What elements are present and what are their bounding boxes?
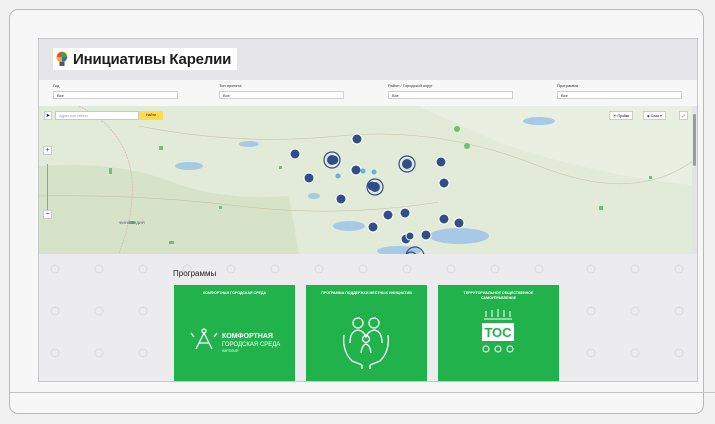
comfort-logo-line2: ГОРОДСКАЯ СРЕДА — [222, 342, 280, 348]
people-hands-icon — [343, 317, 389, 369]
fullscreen-icon[interactable]: ⤢ — [679, 111, 688, 120]
layers-label: Слои — [650, 114, 660, 118]
site-title: Инициативы Карелии — [73, 50, 232, 68]
map-view[interactable]: ФИНЛЯНДИЯ ➤ Адрес или объект Найти ⦿ Про… — [39, 106, 697, 254]
layers-button[interactable]: ◈ Слои ▾ — [643, 111, 666, 120]
map-search-button[interactable]: Найти — [139, 111, 163, 120]
frame-divider — [9, 392, 715, 393]
filter-district-label: Район / Городской округ — [388, 83, 433, 88]
programs-heading: Программы — [173, 269, 217, 278]
filter-project-type: Тип проекта Все — [219, 83, 344, 99]
scrollbar-thumb[interactable] — [693, 114, 696, 166]
program-card-comfort[interactable]: КОМФОРТНАЯ ГОРОДСКАЯ СРЕДА КОМФОРТНАЯ ГО… — [174, 285, 295, 381]
traffic-label: Пробки — [617, 114, 630, 118]
region-label: ФИНЛЯНДИЯ — [119, 220, 145, 225]
locate-arrow-icon[interactable]: ➤ — [44, 111, 52, 120]
program-card-title: ТЕРРИТОРИАЛЬНОЕ ОБЩЕСТВЕННОЕ САМОУПРАВЛЕ… — [463, 291, 534, 300]
zoom-slider[interactable] — [47, 164, 48, 214]
filter-program: Программа Все — [557, 83, 682, 99]
filter-district: Район / Городской округ Все — [388, 83, 513, 99]
zoom-in-button[interactable]: + — [43, 146, 52, 155]
filter-year-select[interactable]: Все — [53, 91, 178, 99]
site-header: Инициативы Карелии — [39, 39, 697, 80]
program-card-local-initiatives[interactable]: ПРОГРАММА ПОДДЕРЖКИ МЕСТНЫХ ИНИЦИАТИВ — [306, 285, 427, 381]
filter-project-type-select[interactable]: Все — [219, 91, 344, 99]
program-card-tos[interactable]: ТЕРРИТОРИАЛЬНОЕ ОБЩЕСТВЕННОЕ САМОУПРАВЛЕ… — [438, 285, 559, 381]
filter-project-type-label: Тип проекта — [219, 83, 242, 88]
map-search-input[interactable]: Адрес или объект — [55, 111, 139, 120]
page-scrollbar[interactable] — [692, 106, 697, 254]
filter-program-select[interactable]: Все — [557, 91, 682, 99]
comfort-logo-line3: КАРЕЛИЯ — [222, 349, 239, 353]
filter-year-label: Год — [53, 83, 60, 88]
site-logo[interactable]: Инициативы Карелии — [53, 48, 238, 70]
tos-logo: ТОС — [482, 309, 514, 353]
filter-program-label: Программа — [557, 83, 578, 88]
filter-year: Год Все — [53, 83, 178, 99]
comfort-city-logo: КОМФОРТНАЯ ГОРОДСКАЯ СРЕДА КАРЕЛИЯ — [190, 328, 280, 353]
tos-logo-text: ТОС — [484, 325, 512, 340]
map-terrain: ФИНЛЯНДИЯ — [39, 106, 697, 254]
comfort-logo-line1: КОМФОРТНАЯ — [222, 333, 273, 340]
traffic-button[interactable]: ⦿ Пробки — [609, 111, 634, 120]
program-card-title: КОМФОРТНАЯ ГОРОДСКАЯ СРЕДА — [202, 291, 267, 295]
lightbulb-icon — [55, 51, 69, 67]
program-card-title: ПРОГРАММА ПОДДЕРЖКИ МЕСТНЫХ ИНИЦИАТИВ — [321, 291, 412, 295]
filter-bar: Год Все Тип проекта Все Район / Городско… — [39, 80, 697, 106]
zoom-out-button[interactable]: − — [43, 210, 52, 219]
browser-screen: Инициативы Карелии Год Все Тип проекта В… — [38, 38, 698, 382]
programs-section: Программы КОМФОРТНАЯ ГОРОДСКАЯ СРЕДА КОМ… — [39, 254, 697, 381]
filter-district-select[interactable]: Все — [388, 91, 513, 99]
